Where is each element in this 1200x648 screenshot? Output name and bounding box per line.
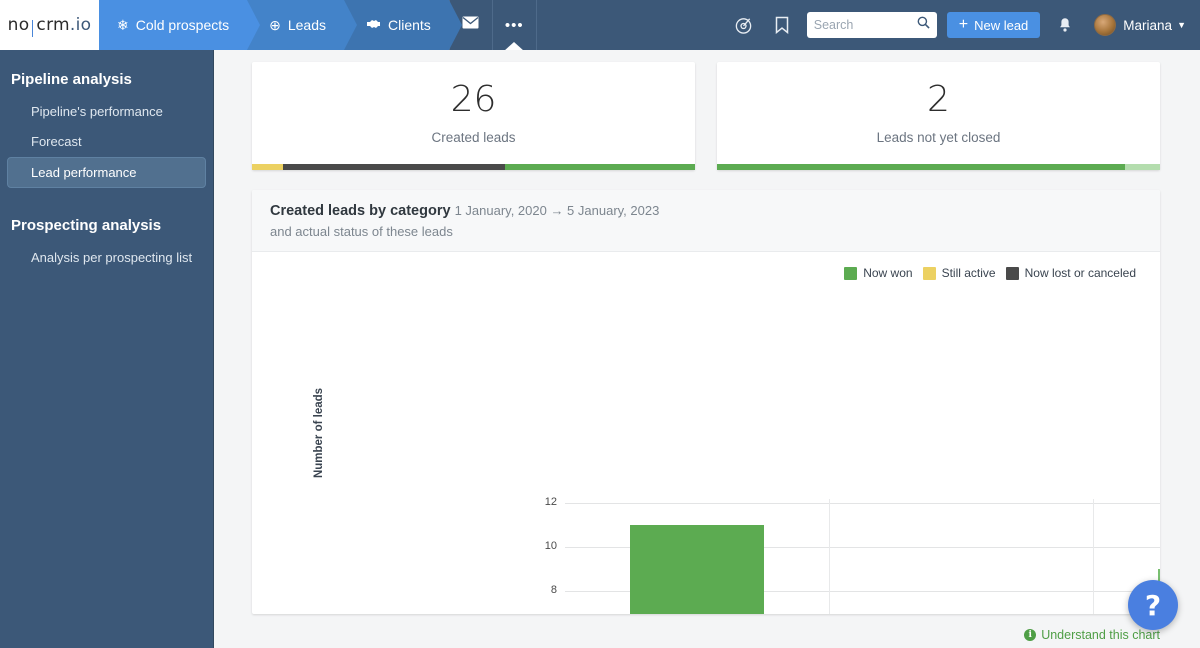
new-lead-button[interactable]: + New lead [946, 12, 1041, 38]
search-input[interactable] [813, 18, 917, 32]
chart-panel: Created leads by category 1 January, 202… [252, 190, 1160, 614]
sidebar-section-title-pipeline: Pipeline analysis [11, 71, 132, 88]
chevron-down-icon: ▼ [1177, 20, 1186, 30]
more-menu-button[interactable]: ••• [493, 0, 537, 51]
logo-text-2: crm [36, 15, 70, 35]
kpi-value: 2 [927, 79, 950, 121]
snowflake-icon: ❄ [117, 16, 129, 33]
bar-segment[interactable] [630, 525, 764, 614]
user-menu[interactable]: Mariana ▼ [1123, 18, 1186, 33]
kpi-progress-bar [252, 164, 695, 170]
kpi-progress-bar [717, 164, 1160, 170]
category-separator [1093, 499, 1094, 614]
app-logo[interactable]: no crm .io [0, 0, 99, 50]
understand-chart-label: Understand this chart [1041, 628, 1160, 642]
question-mark-icon: ? [1144, 588, 1162, 622]
understand-this-chart-link[interactable]: i Understand this chart [1024, 628, 1160, 642]
sidebar-item-analysis-per-prospecting-list[interactable]: Analysis per prospecting list [7, 243, 206, 272]
kpi-card-leads-not-yet-closed: 2 Leads not yet closed [717, 62, 1160, 170]
chart-subtitle: and actual status of these leads [270, 224, 453, 239]
chart-plot-area: Number of leads 024681012 CompetitorNo b… [252, 252, 1160, 614]
kpi-card-created-leads: 26 Created leads [252, 62, 695, 170]
handshake-icon [366, 17, 381, 33]
search-icon[interactable] [917, 16, 930, 34]
bookmark-icon[interactable] [763, 0, 801, 50]
sidebar-item-forecast[interactable]: Forecast [7, 127, 206, 156]
chart-date-range: 1 January, 2020 → 5 January, 2023 [454, 203, 660, 218]
ellipsis-icon: ••• [504, 16, 524, 34]
category-separator [829, 499, 830, 614]
logo-text-3: .io [69, 15, 92, 35]
logo-divider [32, 19, 34, 37]
new-lead-label: New lead [974, 17, 1029, 33]
kpi-row: 26 Created leads 2 Leads not yet closed [252, 62, 1160, 170]
y-axis-label: Number of leads [313, 387, 326, 479]
help-button[interactable]: ? [1128, 580, 1178, 630]
kpi-value: 26 [450, 79, 497, 121]
kpi-bar-segment-won [504, 164, 695, 170]
nav-tab-label: Leads [287, 17, 327, 33]
kpi-bar-segment-still-active [252, 164, 283, 170]
goal-target-icon[interactable] [725, 0, 763, 50]
kpi-bar-segment-lost [283, 164, 505, 170]
kpi-bar-segment-remainder [1124, 164, 1160, 170]
sidebar-item-lead-performance[interactable]: Lead performance [7, 157, 206, 188]
info-icon: i [1024, 629, 1037, 641]
page-body: Pipeline analysis Pipeline's performance… [0, 50, 1200, 648]
logo-text-1: no [7, 15, 30, 35]
chart-title-text: Created leads by category [270, 203, 451, 219]
avatar[interactable] [1094, 14, 1117, 36]
kpi-bar-segment-open [717, 164, 1125, 170]
kpi-label: Leads not yet closed [876, 129, 1001, 145]
y-axis-tick-label: 10 [544, 540, 557, 553]
nav-tab-label: Clients [388, 17, 431, 33]
plus-icon: + [958, 16, 969, 33]
nav-tab-leads[interactable]: ⊕ Leads [247, 0, 357, 50]
top-navigation-bar: no crm .io ❄ Cold prospects ⊕ Leads Client… [0, 0, 1200, 51]
sidebar-section-title-prospecting: Prospecting analysis [11, 217, 162, 234]
bell-icon[interactable] [1046, 0, 1084, 50]
nav-right-group: + New lead Mariana ▼ [725, 0, 1200, 50]
y-axis-tick-label: 12 [544, 496, 557, 508]
nav-tab-cold-prospects[interactable]: ❄ Cold prospects [99, 0, 261, 50]
nav-tab-clients[interactable]: Clients [344, 0, 462, 50]
nav-tab-label: Cold prospects [135, 17, 230, 33]
search-box[interactable] [806, 12, 937, 38]
y-axis-tick-label: 8 [550, 584, 557, 597]
main-content: 26 Created leads 2 Leads not yet closed [214, 50, 1200, 648]
envelope-icon [462, 16, 479, 34]
y-gridline [565, 503, 1160, 504]
sidebar-item-pipelines-performance[interactable]: Pipeline's performance [7, 97, 206, 126]
sidebar: Pipeline analysis Pipeline's performance… [0, 50, 214, 648]
target-icon: ⊕ [269, 16, 281, 33]
chart-title: Created leads by category 1 January, 202… [270, 203, 1142, 219]
username-label: Mariana [1123, 17, 1173, 33]
chart-panel-header: Created leads by category 1 January, 202… [252, 190, 1160, 252]
kpi-label: Created leads [431, 129, 516, 145]
